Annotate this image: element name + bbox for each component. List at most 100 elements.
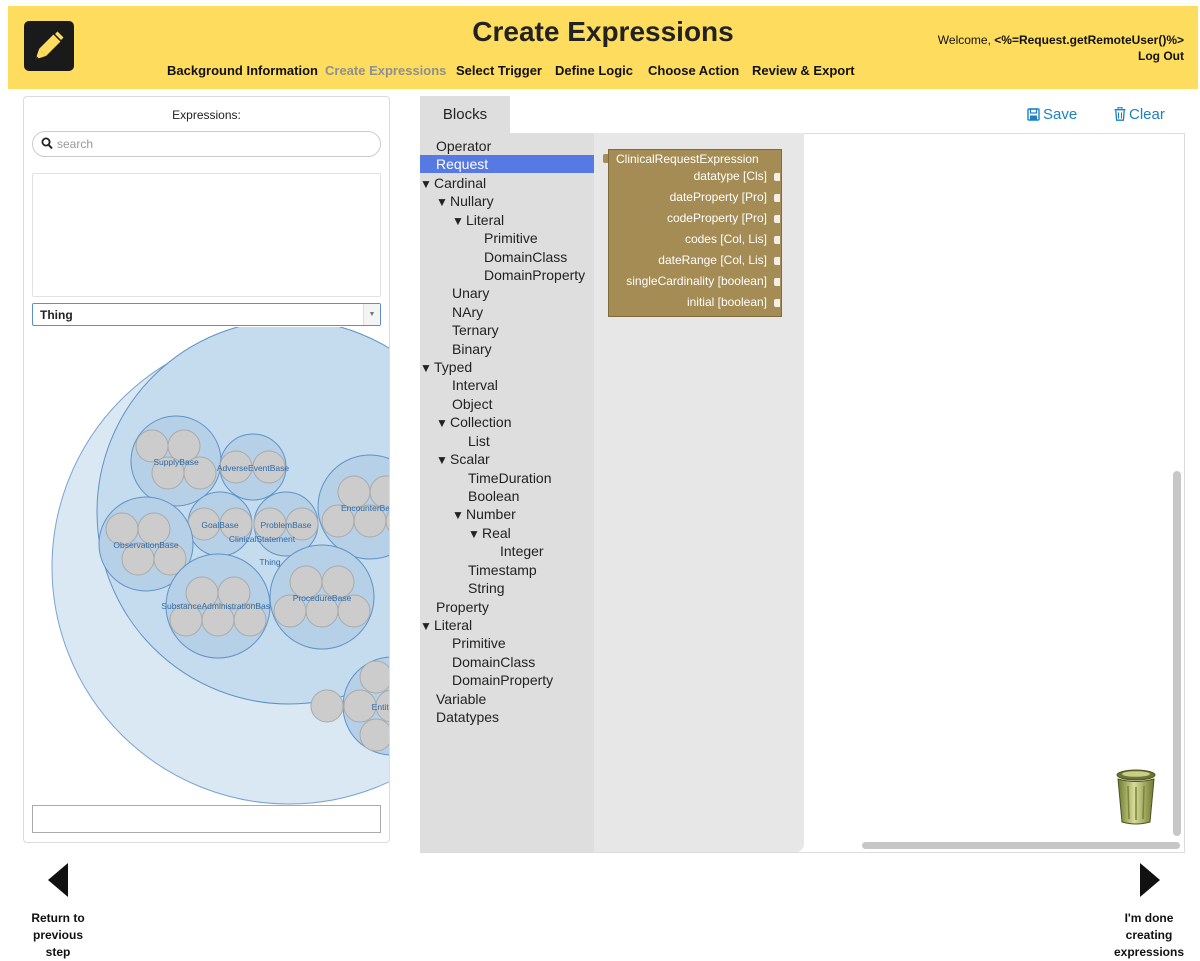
input-connector[interactable] [774, 257, 780, 265]
return-to-previous-step-link[interactable]: Return to previous step [25, 910, 91, 961]
tree-item-real[interactable]: ▼ Real [468, 524, 511, 542]
tree-item-list[interactable]: List [468, 432, 490, 450]
clear-label: Clear [1129, 106, 1165, 123]
nav-create-expressions[interactable]: Create Expressions [325, 63, 446, 78]
bubble-label: ObservationBase [113, 540, 178, 550]
tree-item-typed[interactable]: ▼ Typed [420, 358, 472, 376]
input-connector[interactable] [774, 173, 780, 181]
welcome-text: Welcome, <%=Request.getRemoteUser()%> [938, 33, 1184, 47]
trashcan-icon[interactable] [1114, 769, 1158, 825]
tree-item-boolean[interactable]: Boolean [468, 487, 519, 505]
tree-item-ternary[interactable]: Ternary [452, 321, 499, 339]
expand-triangle-icon[interactable]: ▼ [420, 175, 434, 193]
logout-link[interactable]: Log Out [1138, 49, 1184, 63]
tree-item-literal[interactable]: ▼ Literal [452, 211, 504, 229]
tree-item-label: Scalar [450, 451, 490, 468]
tree-item-integer[interactable]: Integer [500, 542, 544, 560]
expression-name-input[interactable] [32, 805, 381, 833]
expand-triangle-icon[interactable]: ▼ [468, 525, 482, 543]
input-connector[interactable] [774, 194, 780, 202]
tree-item-label: DomainClass [452, 653, 536, 670]
tree-item-primitive[interactable]: Primitive [452, 634, 506, 652]
horizontal-scrollbar[interactable] [862, 842, 1180, 849]
tree-item-unary[interactable]: Unary [452, 284, 489, 302]
tree-item-number[interactable]: ▼ Number [452, 505, 516, 523]
wizard-nav: Background Information Create Expression… [8, 63, 1198, 79]
tree-item-label: Operator [436, 138, 492, 154]
tree-item-domainproperty[interactable]: DomainProperty [452, 671, 553, 689]
tab-blocks[interactable]: Blocks [420, 96, 510, 134]
expand-triangle-icon[interactable]: ▼ [420, 617, 434, 635]
chevron-down-icon[interactable]: ▼ [363, 304, 380, 325]
tree-item-domainclass[interactable]: DomainClass [484, 248, 567, 266]
input-connector[interactable] [774, 278, 780, 286]
previous-arrow-icon[interactable] [48, 863, 70, 897]
block-input-field: singleCardinality [boolean] [626, 274, 767, 288]
next-arrow-icon[interactable] [1138, 863, 1160, 897]
expand-triangle-icon[interactable]: ▼ [420, 359, 434, 377]
clinical-request-expression-block[interactable]: ClinicalRequestExpression datatype [Cls]… [608, 149, 782, 317]
tree-item-label: DomainProperty [452, 672, 554, 689]
trash-icon [1114, 106, 1126, 121]
bubble-label: ClinicalStatement [229, 534, 296, 544]
tree-item-timeduration[interactable]: TimeDuration [468, 469, 552, 487]
expand-triangle-icon[interactable]: ▼ [452, 506, 466, 524]
tree-item-label: Integer [500, 543, 544, 560]
tree-item-scalar[interactable]: ▼ Scalar [436, 450, 490, 468]
block-input-field: datatype [Cls] [693, 169, 767, 183]
tree-item-domainclass[interactable]: DomainClass [452, 653, 535, 671]
clear-button[interactable]: Clear [1114, 106, 1165, 123]
tree-item-operator[interactable]: Operator [436, 137, 491, 155]
tree-item-label: Primitive [452, 635, 506, 652]
expressions-panel: Expressions: Thing ▼ SupplyBase [23, 96, 390, 843]
save-button[interactable]: Save [1027, 106, 1077, 123]
nav-review-export[interactable]: Review & Export [752, 63, 855, 78]
tree-item-interval[interactable]: Interval [452, 376, 498, 394]
search-input[interactable] [57, 135, 375, 153]
tree-item-primitive[interactable]: Primitive [484, 229, 538, 247]
tree-item-label: Literal [434, 616, 473, 633]
tree-item-string[interactable]: String [468, 579, 505, 597]
tree-item-property[interactable]: Property [436, 598, 489, 616]
input-connector[interactable] [774, 215, 780, 223]
tree-item-nullary[interactable]: ▼ Nullary [436, 192, 494, 210]
tree-item-collection[interactable]: ▼ Collection [436, 413, 511, 431]
tree-item-literal[interactable]: ▼ Literal [420, 616, 472, 634]
tree-item-label: Number [466, 506, 516, 523]
nav-select-trigger[interactable]: Select Trigger [456, 63, 542, 78]
tree-item-request[interactable]: Request [420, 155, 594, 174]
tree-item-nary[interactable]: NAry [452, 303, 483, 321]
nav-background-information[interactable]: Background Information [167, 63, 318, 78]
class-bubble-chart[interactable]: SupplyBase AdverseEventBase EncounterBas… [24, 327, 390, 843]
tree-item-variable[interactable]: Variable [436, 690, 486, 708]
tree-item-binary[interactable]: Binary [452, 340, 492, 358]
tree-item-datatypes[interactable]: Datatypes [436, 708, 499, 726]
expand-triangle-icon[interactable]: ▼ [436, 193, 450, 211]
input-connector[interactable] [774, 299, 780, 307]
bubble-label: AdverseEventBase [217, 463, 290, 473]
tree-item-label: Timestamp [468, 561, 537, 578]
expand-triangle-icon[interactable]: ▼ [436, 451, 450, 469]
nav-choose-action[interactable]: Choose Action [648, 63, 739, 78]
tree-item-cardinal[interactable]: ▼ Cardinal [420, 174, 486, 192]
tree-item-object[interactable]: Object [452, 395, 492, 413]
block-title: ClinicalRequestExpression [616, 152, 759, 166]
nav-define-logic[interactable]: Define Logic [555, 63, 633, 78]
toolbox-tree: Operator Request ▼ Cardinal ▼ Nullary ▼ Literal… [420, 133, 594, 852]
tree-item-domainproperty[interactable]: DomainProperty [484, 266, 585, 284]
blockly-workspace: Blocks Save Clear Operator Request ▼ Cardin… [420, 96, 1185, 853]
expand-triangle-icon[interactable]: ▼ [436, 414, 450, 432]
expression-list[interactable] [32, 173, 381, 297]
tree-item-timestamp[interactable]: Timestamp [468, 561, 537, 579]
search-box[interactable] [32, 131, 381, 157]
type-select[interactable]: Thing ▼ [32, 303, 381, 326]
tree-item-label: Request [436, 156, 489, 173]
welcome-user: <%=Request.getRemoteUser()%> [994, 33, 1184, 47]
tree-item-label: Datatypes [436, 709, 500, 726]
tree-item-label: String [468, 580, 505, 597]
vertical-scrollbar[interactable] [1173, 471, 1181, 836]
expand-triangle-icon[interactable]: ▼ [452, 212, 466, 230]
tree-item-label: DomainClass [484, 248, 568, 265]
input-connector[interactable] [774, 236, 780, 244]
done-creating-expressions-link[interactable]: I'm done creating expressions [1108, 910, 1190, 961]
